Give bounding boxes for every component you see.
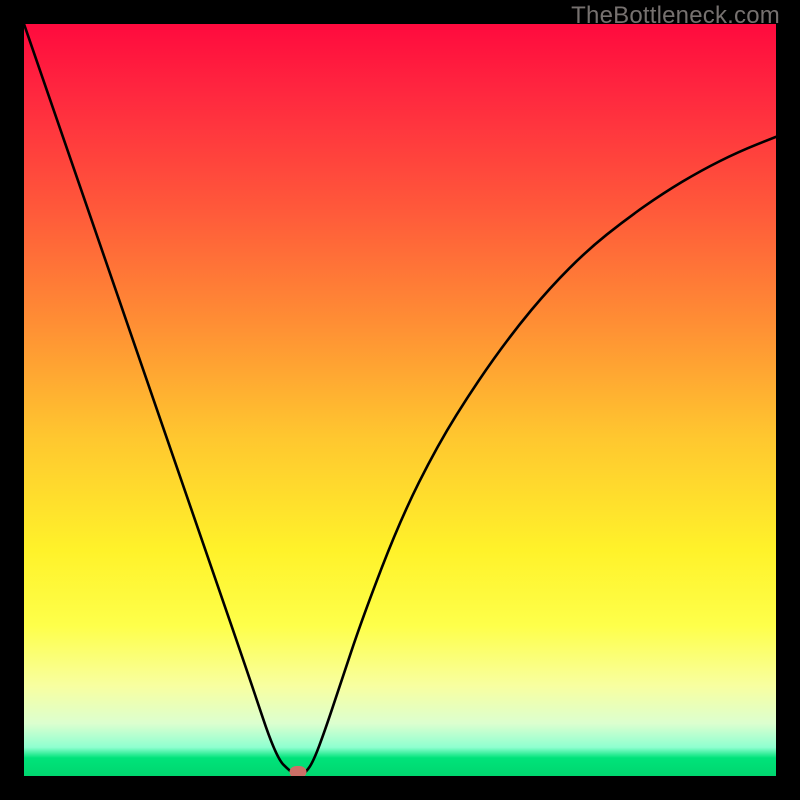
bottleneck-curve [24, 24, 776, 775]
minimum-marker [290, 766, 307, 776]
chart-frame: TheBottleneck.com [0, 0, 800, 800]
curve-svg [24, 24, 776, 776]
watermark-text: TheBottleneck.com [571, 2, 780, 30]
plot-area [24, 24, 776, 776]
